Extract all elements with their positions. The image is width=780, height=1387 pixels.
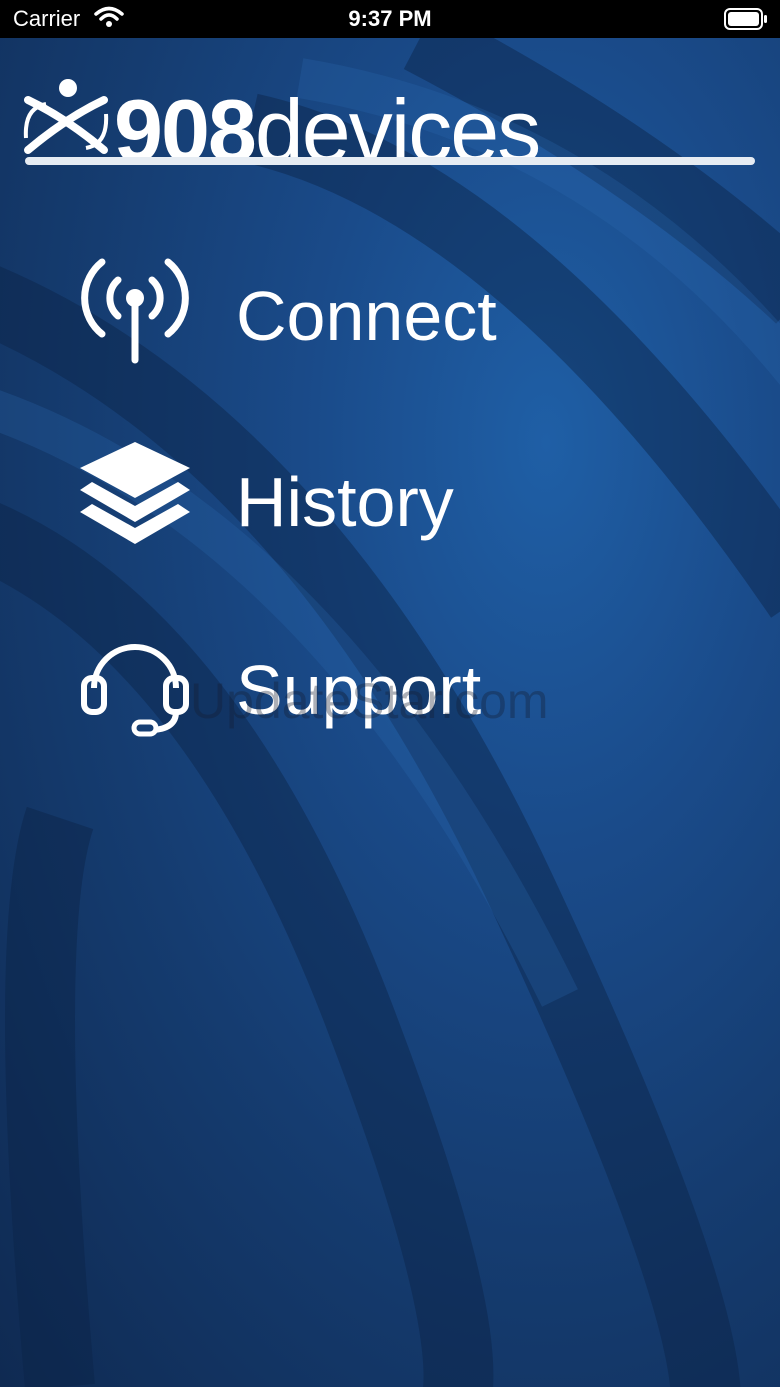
logo-wordmark: 908devices xyxy=(114,80,541,182)
watermark-text: UpdateStar.com xyxy=(190,673,549,729)
logo-figure-icon xyxy=(23,79,109,154)
app-screen: 908devices Connect History Support Updat… xyxy=(0,38,780,1387)
status-bar: Carrier 9:37 PM xyxy=(0,0,780,38)
headset-icon xyxy=(81,644,189,737)
layers-stack-icon xyxy=(80,442,190,544)
status-time: 9:37 PM xyxy=(348,6,432,31)
logo-number: 908 xyxy=(114,81,257,180)
logo-word: devices xyxy=(254,81,541,180)
908devices-logo: 908devices xyxy=(22,56,542,180)
history-label: History xyxy=(236,463,454,541)
menu-item-connect[interactable]: Connect xyxy=(78,252,678,372)
battery-icon xyxy=(724,8,768,35)
menu-item-history[interactable]: History xyxy=(78,440,678,560)
antenna-signal-icon xyxy=(81,258,189,364)
header-divider xyxy=(25,157,755,165)
connect-label: Connect xyxy=(236,277,497,355)
